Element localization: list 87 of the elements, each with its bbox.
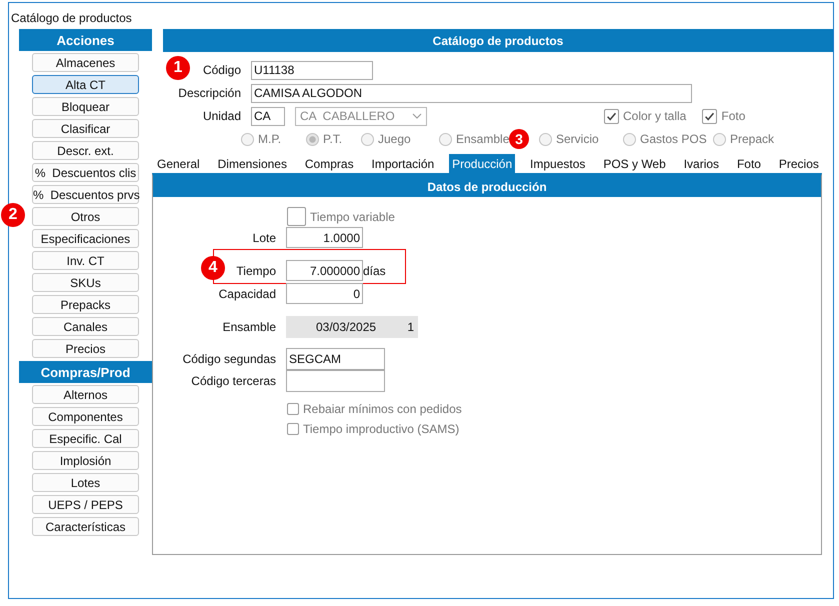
tab[interactable]: Foto: [734, 154, 764, 173]
sidebar-button[interactable]: SKUs: [32, 273, 139, 292]
checkbox-label: Color y talla: [623, 109, 686, 123]
tab[interactable]: Precios: [776, 154, 822, 173]
radio-button[interactable]: [306, 132, 319, 146]
sidebar-button[interactable]: Bloquear: [32, 97, 139, 116]
field-label: Código: [202, 63, 241, 77]
radio-label: Juego: [378, 132, 411, 146]
sidebar-button[interactable]: Componentes: [32, 407, 139, 426]
window-title: Catálogo de productos: [10, 10, 133, 27]
radio-button[interactable]: [713, 132, 726, 146]
sidebar-button[interactable]: Prepacks: [32, 295, 139, 314]
sidebar-button[interactable]: Precios: [32, 339, 139, 358]
checkbox-label: Foto: [721, 109, 746, 123]
radio-label: Ensamble: [456, 132, 510, 146]
field-label: Ensamble: [222, 320, 276, 334]
input-field[interactable]: U11138: [251, 60, 373, 80]
sidebar-button[interactable]: Implosión: [32, 451, 139, 470]
field-label: Código segundas: [182, 352, 276, 366]
tab[interactable]: Dimensiones: [214, 154, 290, 173]
tab[interactable]: Impuestos: [527, 154, 588, 173]
checkbox-label: Tiempo variable: [310, 210, 395, 224]
section-header: Compras/Prod: [19, 361, 152, 383]
radio-button[interactable]: [361, 132, 374, 146]
marker-badge: 2: [1, 203, 25, 227]
input-field[interactable]: [286, 370, 385, 392]
chevron-down-icon: [412, 113, 422, 119]
radio-label: Prepack: [730, 132, 774, 146]
tab[interactable]: Producción: [449, 154, 516, 173]
field-label: Descripción: [178, 86, 241, 100]
tab[interactable]: POS y Web: [600, 154, 669, 173]
radio-label: Servicio: [556, 132, 599, 146]
sidebar-button[interactable]: Inv. CT: [32, 251, 139, 270]
sidebar-button[interactable]: UEPS / PEPS: [32, 495, 139, 514]
sidebar-button[interactable]: Especificaciones: [32, 229, 139, 248]
sidebar-button[interactable]: Alta CT: [32, 75, 139, 94]
sidebar-button[interactable]: Clasificar: [32, 119, 139, 138]
field-label: Capacidad: [218, 286, 276, 300]
field-label: Tiempo: [236, 264, 276, 278]
sidebar-button[interactable]: Alternos: [32, 385, 139, 404]
tab[interactable]: Ivarios: [680, 154, 722, 173]
checkbox[interactable]: [287, 423, 299, 435]
dropdown[interactable]: CA CABALLERO: [295, 106, 427, 126]
input-field[interactable]: 1.0000: [286, 227, 363, 248]
checkbox-label: Rebaiar mínimos con pedidos: [303, 402, 462, 416]
panel-header: Datos de producción: [153, 176, 821, 197]
field-label: Código terceras: [191, 374, 276, 388]
radio-label: Gastos POS: [640, 132, 707, 146]
input-field[interactable]: 7.000000: [286, 260, 363, 281]
check-icon: [606, 110, 617, 122]
radio-label: M.P.: [258, 132, 282, 146]
unit-label: días: [363, 264, 386, 278]
sidebar-button[interactable]: Otros: [32, 207, 139, 226]
sidebar-button[interactable]: Características: [32, 517, 139, 536]
sidebar-button[interactable]: Canales: [32, 317, 139, 336]
tab[interactable]: General: [154, 154, 203, 173]
sidebar-button[interactable]: Descr. ext.: [32, 141, 139, 160]
sidebar-button[interactable]: Lotes: [32, 473, 139, 492]
radio-label: P.T.: [323, 132, 342, 146]
check-icon: [704, 110, 716, 122]
tab[interactable]: Importación: [368, 154, 438, 173]
checkbox[interactable]: [702, 108, 718, 124]
radio-button[interactable]: [539, 132, 552, 146]
field-label: Unidad: [202, 109, 241, 123]
marker-badge: 4: [201, 256, 225, 280]
sidebar-button[interactable]: % Descuentos prvs: [32, 185, 139, 204]
field-label: Lote: [252, 230, 276, 244]
input-field[interactable]: 0: [286, 283, 363, 304]
input-field[interactable]: CA: [251, 106, 285, 126]
tab[interactable]: Compras: [302, 154, 357, 173]
checkbox[interactable]: [287, 403, 299, 415]
radio-button[interactable]: [623, 132, 636, 146]
section-header: Acciones: [19, 29, 152, 51]
radio-button[interactable]: [241, 132, 254, 146]
marker-badge: 3: [509, 129, 529, 149]
sidebar-button[interactable]: Almacenes: [32, 53, 139, 72]
checkbox-label: Tiempo improductivo (SAMS): [303, 422, 460, 436]
header-bar: Catálogo de productos: [163, 29, 833, 52]
sidebar-button[interactable]: Especific. Cal: [32, 429, 139, 448]
date-field: 03/03/2025 1: [286, 316, 418, 338]
input-field[interactable]: CAMISA ALGODON: [251, 84, 692, 102]
checkbox[interactable]: [604, 108, 619, 124]
checkbox[interactable]: [287, 207, 306, 226]
marker-badge: 1: [166, 56, 190, 80]
radio-button[interactable]: [439, 132, 452, 146]
sidebar-button[interactable]: % Descuentos clis: [32, 163, 139, 182]
input-field[interactable]: SEGCAM: [286, 348, 385, 370]
